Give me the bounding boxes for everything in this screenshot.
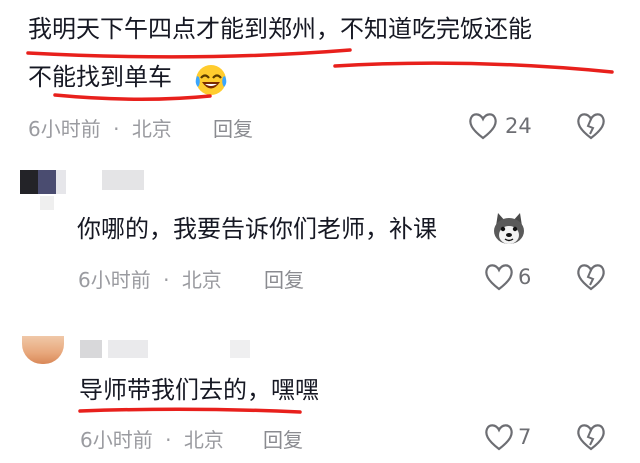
heart-icon[interactable] [482,261,516,293]
avatar[interactable] [22,336,64,364]
avatar[interactable] [20,170,66,194]
avatar-fragment [40,196,54,210]
reply-button[interactable]: 回复 [263,424,303,453]
like-count: 24 [505,114,532,138]
username-redacted [108,340,148,358]
comment-1-meta: 6小时前 · 北京 [28,113,172,142]
like-count: 6 [518,265,532,289]
red-underline-annotation [26,48,614,102]
husky-dog-emoji-icon [490,210,528,248]
heart-icon[interactable] [466,110,500,142]
comment-2-meta: 6小时前 · 北京 [78,264,222,293]
reply-button[interactable]: 回复 [264,264,304,293]
meta-dot: · [113,117,120,141]
comment-time: 6小时前 [80,428,153,452]
badge-redacted [230,340,250,358]
comment-location: 北京 [131,117,172,141]
comment-2-text: 你哪的，我要告诉你们老师，补课 [77,215,437,243]
meta-dot: · [165,428,172,452]
comment-location: 北京 [183,428,224,452]
reply-button[interactable]: 回复 [213,113,253,142]
like-count: 7 [518,425,532,449]
dislike-heart-icon[interactable] [574,421,608,453]
username-redacted[interactable] [102,170,144,190]
dislike-heart-icon[interactable] [574,110,608,142]
comment-time: 6小时前 [78,268,151,292]
meta-dot: · [163,268,170,292]
comment-location: 北京 [181,268,222,292]
username-redacted[interactable] [80,340,102,358]
dislike-heart-icon[interactable] [574,261,608,293]
heart-icon[interactable] [482,421,516,453]
comment-time: 6小时前 [28,117,101,141]
comment-3-meta: 6小时前 · 北京 [80,424,224,453]
